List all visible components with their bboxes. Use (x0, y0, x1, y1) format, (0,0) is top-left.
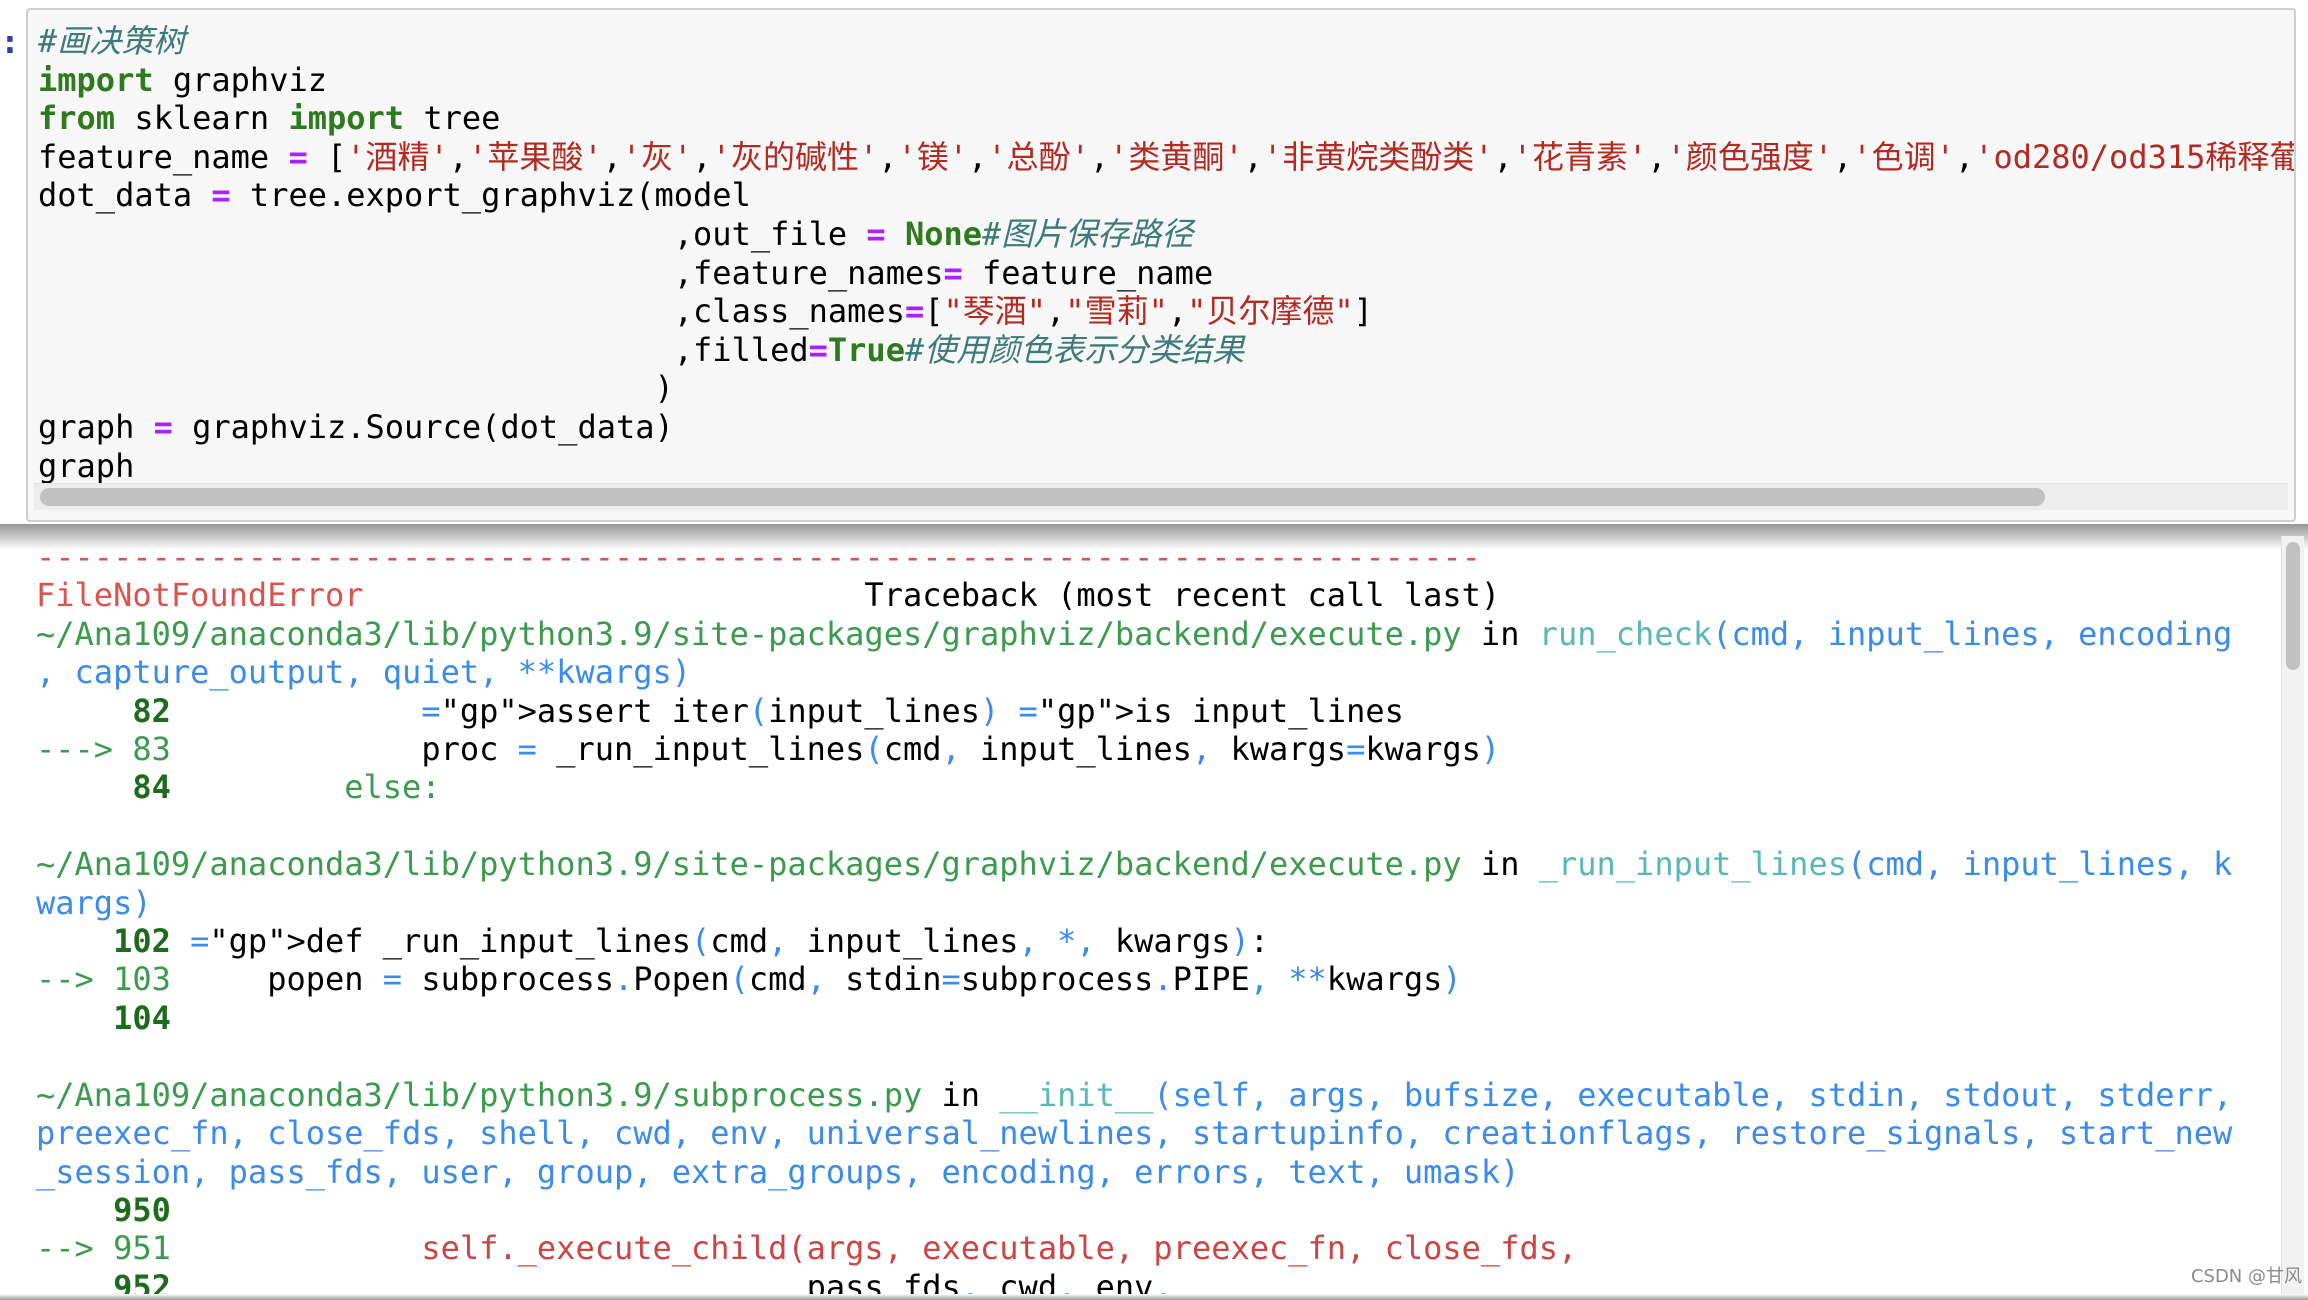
variable-name: feature_name (38, 137, 289, 176)
current-line-arrow: ---> (36, 730, 133, 769)
horizontal-scrollbar[interactable] (34, 483, 2288, 510)
frame-function: _run_input_lines (1538, 845, 1847, 884)
current-line-arrow: --> (36, 960, 114, 999)
function-call: graphviz.Source(dot_data) (172, 407, 674, 446)
feature-name-string: '类黄酮' (1109, 137, 1244, 176)
code-line: self._execute_child(args, executable, pr… (170, 1229, 1578, 1268)
variable-name: graph (38, 407, 154, 446)
horizontal-scrollbar-thumb[interactable] (40, 488, 2045, 506)
bottom-shadow (0, 1294, 2308, 1300)
function-call: tree.export_graphviz(model (230, 176, 751, 215)
traceback-dashes: ----------------------------------------… (36, 538, 1481, 576)
class-name-string: "琴酒" (943, 292, 1047, 331)
feature-name-string: '灰的碱性' (711, 137, 879, 176)
frame-path: ~/Ana109/anaconda3/lib/python3.9/subproc… (36, 1075, 923, 1114)
code-line: ="gp">assert iter(input_lines) ="gp">is … (421, 691, 1404, 730)
frame-function: run_check (1538, 614, 1713, 653)
arg-out-file: ,out_file (673, 214, 867, 253)
module-name: sklearn (115, 99, 289, 138)
line-number: 103 (113, 960, 171, 999)
feature-name-string: '总酚' (987, 137, 1090, 176)
code-comment: #画决策树 (38, 22, 186, 60)
watermark: CSDN @甘风 (2190, 1266, 2302, 1287)
traceback-output: ----------------------------------------… (36, 538, 2232, 1300)
feature-name-string: '灰' (621, 137, 693, 176)
feature-name-string: '花青素' (1512, 137, 1648, 176)
line-number: 102 (113, 922, 171, 961)
assign-operator: = (288, 137, 308, 176)
code-line: proc = _run_input_lines(cmd, input_lines… (170, 730, 1501, 769)
code-comment: #图片保存路径 (982, 214, 1194, 253)
current-line-arrow: --> (36, 1229, 114, 1268)
line-number: 84 (132, 768, 171, 807)
feature-name-string: '苹果酸' (468, 137, 603, 176)
output-area: ----------------------------------------… (26, 530, 2266, 1300)
frame-path: ~/Ana109/anaconda3/lib/python3.9/site-pa… (36, 614, 1462, 653)
close-paren: ) (38, 369, 674, 408)
code-cell[interactable]: #画决策树 import graphviz from sklearn impor… (26, 8, 2296, 522)
feature-name-string: '色调' (1852, 137, 1955, 176)
variable-name: dot_data (38, 176, 212, 215)
line-number: 104 (113, 998, 171, 1037)
variable-name: graph (38, 446, 135, 485)
code-line: else: (170, 768, 441, 807)
code-line: popen = subprocess.Popen(cmd, stdin=subp… (170, 960, 1462, 999)
arg-filled: ,filled (673, 330, 809, 369)
code-editor[interactable]: #画决策树 import graphviz from sklearn impor… (38, 22, 2296, 485)
traceback-header: Traceback (most recent call last) (864, 576, 1501, 615)
feature-name-string: 'od280/od315稀释葡 (1974, 137, 2296, 176)
code-line: ="gp">def _run_input_lines(cmd, input_li… (190, 922, 1269, 961)
frame-signature: (cmd, input_lines, encoding (1712, 614, 2233, 653)
frame-path: ~/Ana109/anaconda3/lib/python3.9/site-pa… (36, 845, 1462, 884)
feature-name-string: '镁' (897, 137, 969, 176)
keyword-import: import (288, 99, 405, 138)
feature-name-string: '非黄烷类酚类' (1262, 137, 1494, 176)
line-number: 82 (132, 691, 171, 730)
cell-prompt: : (0, 22, 20, 61)
frame-function: __init__ (999, 1075, 1154, 1114)
frame-signature: preexec_fn, close_fds, shell, cwd, env, … (36, 1114, 2233, 1153)
error-name: FileNotFoundError (36, 576, 364, 615)
keyword-import: import (38, 60, 154, 99)
line-number: 950 (113, 1190, 171, 1229)
arg-class-names: ,class_names (673, 292, 905, 331)
module-name: tree (404, 99, 501, 138)
frame-signature: (self, args, bufsize, executable, stdin,… (1153, 1075, 2233, 1114)
frame-signature: _session, pass_fds, user, group, extra_g… (36, 1152, 1520, 1191)
vertical-scrollbar[interactable] (2281, 536, 2304, 1300)
module-name: graphviz (153, 60, 327, 99)
feature-name-string: '酒精' (346, 137, 449, 176)
class-name-string: "雪莉" (1065, 292, 1168, 331)
keyword-true: True (827, 330, 905, 369)
code-comment: #使用颜色表示分类结果 (904, 330, 1245, 369)
keyword-from: from (38, 99, 116, 138)
feature-name-string: '颜色强度' (1666, 137, 1834, 176)
line-number: 951 (113, 1229, 171, 1268)
frame-signature: (cmd, input_lines, k (1846, 845, 2233, 884)
class-name-string: "贝尔摩德" (1187, 292, 1354, 331)
vertical-scrollbar-thumb[interactable] (2286, 542, 2300, 670)
arg-feature-names: ,feature_names (673, 253, 944, 292)
line-number: 83 (132, 730, 171, 769)
frame-signature: wargs) (36, 883, 152, 922)
keyword-none: None (904, 214, 983, 253)
frame-signature: , capture_output, quiet, **kwargs) (36, 653, 692, 692)
